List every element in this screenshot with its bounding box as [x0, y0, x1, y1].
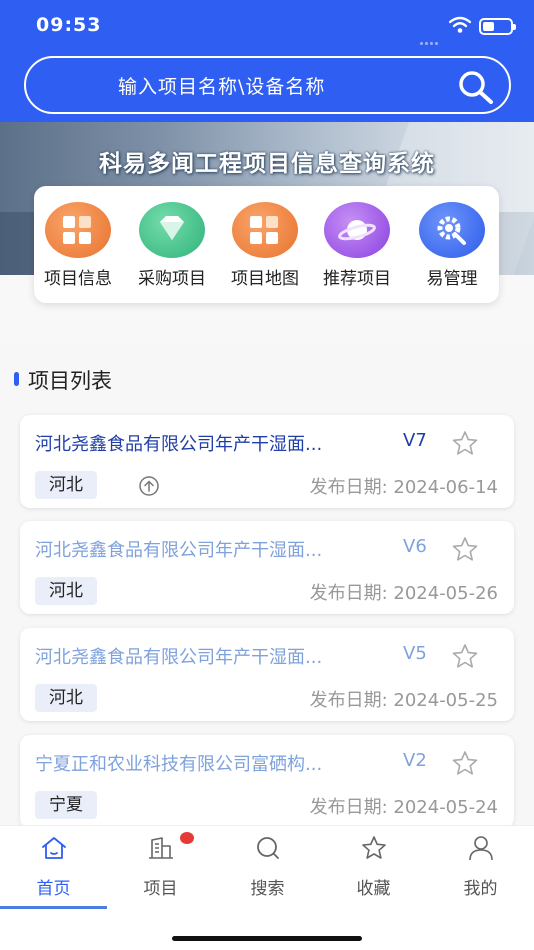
user-icon: [468, 836, 493, 861]
planet-icon: [324, 202, 390, 258]
publish-date: 发布日期: 2024-05-25: [309, 690, 498, 711]
quick-item-label: 易管理: [426, 269, 478, 289]
project-name: 河北尧鑫食品有限公司年产干湿面...: [35, 647, 323, 668]
tab-favorites[interactable]: 收藏: [320, 834, 427, 899]
search-placeholder: 输入项目名称\设备名称: [118, 76, 326, 98]
tab-label: 首页: [36, 879, 71, 899]
region-tag: 宁夏: [35, 791, 97, 819]
project-version: V6: [403, 536, 427, 557]
project-version: V5: [403, 643, 427, 664]
home-icon: [41, 837, 66, 859]
search-icon[interactable]: [458, 70, 494, 104]
gear-wrench-icon: [419, 202, 485, 258]
publish-date: 发布日期: 2024-05-26: [309, 583, 498, 604]
signal-dots-icon: [420, 30, 442, 45]
quick-item-easy-manage[interactable]: 易管理: [406, 202, 498, 289]
star-icon[interactable]: [451, 536, 479, 562]
publish-date: 发布日期: 2024-06-14: [309, 477, 498, 498]
section-accent-bar: [14, 372, 19, 386]
status-bar: 09:53: [0, 0, 534, 52]
region-tag: 河北: [35, 471, 97, 499]
project-name: 河北尧鑫食品有限公司年产干湿面...: [35, 540, 323, 561]
list-item[interactable]: 宁夏正和农业科技有限公司富硒构... V2 宁夏 发布日期: 2024-05-2…: [20, 735, 514, 828]
home-indicator[interactable]: [172, 936, 362, 941]
banner-title: 科易多闻工程项目信息查询系统: [99, 151, 435, 177]
region-tag: 河北: [35, 684, 97, 712]
list-item[interactable]: 河北尧鑫食品有限公司年产干湿面... V7 河北 发布日期: 2024-06-1…: [20, 415, 514, 508]
diamond-icon: [139, 202, 205, 258]
notification-badge: [180, 832, 194, 844]
star-icon: [361, 836, 386, 859]
tab-profile[interactable]: 我的: [427, 834, 534, 899]
project-version: V7: [403, 430, 427, 451]
app-header: 09:53 输入项目名称\设备名称: [0, 0, 534, 122]
quick-item-project-info[interactable]: 项目信息: [32, 202, 124, 289]
grid-icon: [232, 202, 298, 258]
status-time: 09:53: [36, 14, 102, 36]
star-icon[interactable]: [451, 643, 479, 669]
building-icon: [148, 837, 173, 859]
project-name: 河北尧鑫食品有限公司年产干湿面...: [35, 434, 323, 455]
tab-label: 项目: [143, 879, 178, 899]
quick-item-recommended[interactable]: 推荐项目: [311, 202, 403, 289]
bottom-tab-bar: 首页 项目 搜索 收藏 我的: [0, 825, 534, 950]
project-version: V2: [403, 750, 427, 771]
list-item[interactable]: 河北尧鑫食品有限公司年产干湿面... V5 河北 发布日期: 2024-05-2…: [20, 628, 514, 721]
battery-icon: [479, 18, 516, 35]
wifi-icon: [449, 16, 471, 33]
publish-date: 发布日期: 2024-05-24: [309, 797, 498, 818]
tab-home[interactable]: 首页: [0, 834, 107, 899]
quick-menu: 项目信息 采购项目 项目地图 推荐项目 易管理: [34, 186, 499, 303]
tab-label: 我的: [463, 879, 498, 899]
quick-item-label: 项目地图: [231, 269, 299, 289]
tab-projects[interactable]: 项目: [107, 834, 214, 899]
project-name: 宁夏正和农业科技有限公司富硒构...: [35, 754, 323, 775]
region-tag: 河北: [35, 577, 97, 605]
section-title: 项目列表: [28, 369, 112, 393]
quick-item-label: 推荐项目: [323, 269, 391, 289]
project-list: 项目列表 河北尧鑫食品有限公司年产干湿面... V7 河北 发布日期: 2024…: [0, 345, 534, 828]
quick-item-procurement[interactable]: 采购项目: [126, 202, 218, 289]
star-icon[interactable]: [451, 750, 479, 776]
tab-label: 搜索: [250, 879, 285, 899]
grid-icon: [45, 202, 111, 258]
star-icon[interactable]: [451, 430, 479, 456]
tab-search[interactable]: 搜索: [214, 834, 321, 899]
search-icon: [256, 837, 279, 859]
search-input[interactable]: 输入项目名称\设备名称: [24, 56, 511, 114]
list-item[interactable]: 河北尧鑫食品有限公司年产干湿面... V6 河北 发布日期: 2024-05-2…: [20, 521, 514, 614]
quick-item-label: 采购项目: [138, 269, 206, 289]
tab-label: 收藏: [356, 879, 391, 899]
upload-icon[interactable]: [138, 475, 160, 497]
active-tab-indicator: [0, 906, 107, 909]
quick-item-project-map[interactable]: 项目地图: [219, 202, 311, 289]
quick-item-label: 项目信息: [44, 269, 112, 289]
